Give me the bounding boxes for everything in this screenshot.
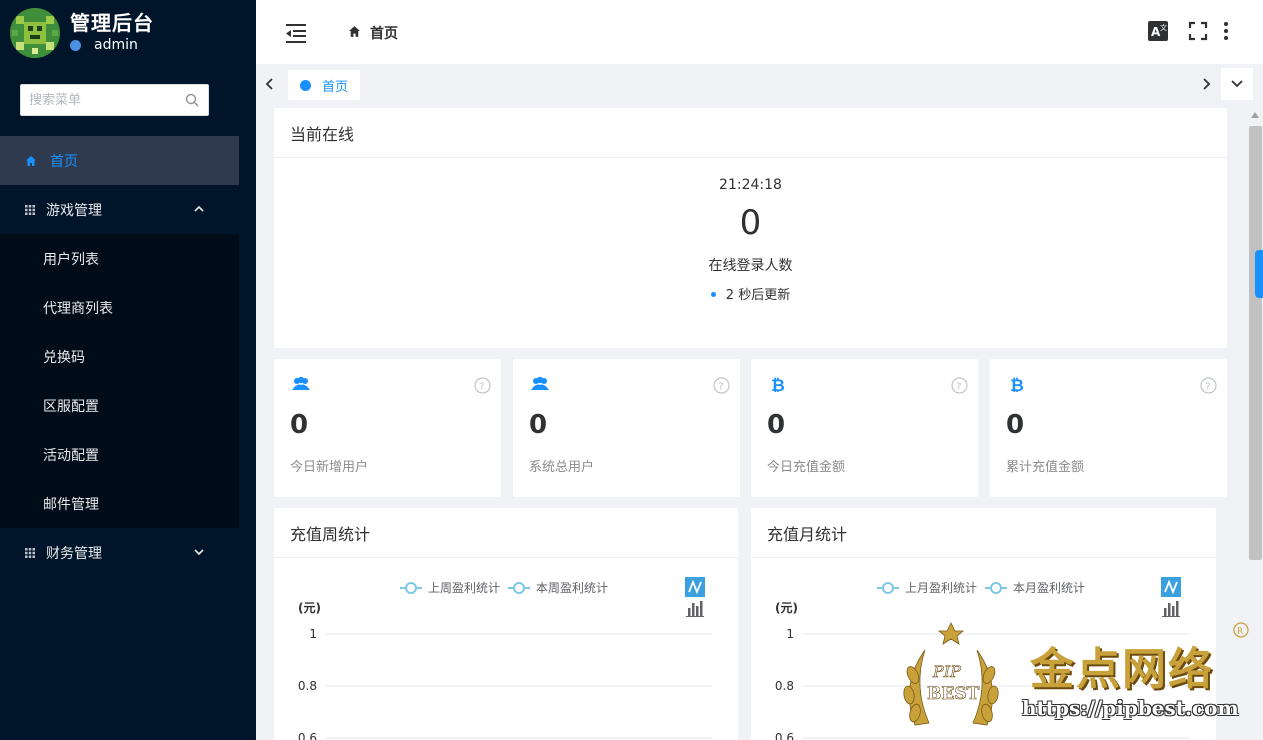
users-icon (292, 376, 310, 390)
weekly-recharge-chart-card: 充值周统计 上周盈利统计 本周盈利统计 (元) 1 0.8 0.6 (274, 508, 738, 740)
tabs-scroll-right-icon[interactable] (1200, 76, 1214, 92)
sidebar: 管理后台 admin 首页 游戏管理 (0, 0, 256, 740)
online-time: 21:24:18 (719, 177, 782, 193)
watermark-badge-bottom: BEST (927, 684, 980, 704)
stat-card-today-recharge: ₿ ? 0 今日充值金额 (751, 359, 978, 497)
breadcrumb: 首页 (370, 26, 398, 42)
svg-text:R: R (1237, 627, 1243, 637)
stat-label: 今日新增用户 (290, 460, 369, 475)
brand: 管理后台 admin (0, 0, 256, 64)
refresh-dot (710, 292, 716, 297)
stat-label: 今日充值金额 (767, 460, 846, 475)
menu-search-input[interactable] (21, 85, 171, 115)
watermark-url: https://pipbest.com (1022, 696, 1239, 720)
search-icon[interactable] (185, 93, 199, 107)
grid-icon (25, 547, 35, 558)
menu-collapse-icon[interactable] (284, 22, 308, 44)
app-title: 管理后台 (70, 11, 154, 35)
sidebar-menu: 首页 游戏管理 用户列表 代理商列表 兑换码 区服配置 活动配置 邮件管理 财务… (0, 136, 256, 577)
chevron-down-icon (194, 549, 204, 556)
refresh-text: 2 秒后更新 (725, 288, 791, 303)
page-scrollbar-thumb[interactable] (1249, 126, 1262, 560)
sidebar-item-user-list[interactable]: 用户列表 (0, 234, 239, 283)
y-axis-unit-label: (元) (298, 601, 321, 615)
sidebar-item-server-config[interactable]: 区服配置 (0, 381, 239, 430)
svg-text:₿: ₿ (771, 376, 785, 392)
watermark-brand-text: 金点网络 (1030, 644, 1214, 695)
sidebar-item-game-management[interactable]: 游戏管理 (0, 185, 256, 234)
scroll-up-arrow-icon[interactable] (1250, 111, 1260, 119)
home-icon (26, 155, 36, 166)
svg-text:?: ? (479, 382, 484, 393)
fullscreen-icon[interactable] (1187, 20, 1209, 42)
y-tick-label: 0.8 (298, 679, 317, 693)
tabs-dropdown-button[interactable] (1221, 68, 1253, 100)
menu-search-box (20, 84, 209, 116)
sidebar-item-home[interactable]: 首页 (0, 136, 239, 185)
translate-icon[interactable]: A 文 (1147, 20, 1169, 42)
chevron-down-icon (1231, 80, 1243, 88)
users-icon (531, 376, 549, 390)
stat-card-total-recharge: ₿ ? 0 累计充值金额 (990, 359, 1227, 497)
user-name: admin (94, 37, 138, 53)
svg-text:?: ? (718, 382, 723, 393)
card-title: 当前在线 (274, 108, 1227, 158)
sidebar-item-label: 游戏管理 (46, 202, 102, 219)
watermark-badge-top: PIP (932, 662, 961, 681)
tabs-bar: 首页 (256, 64, 1263, 104)
grid-icon (25, 204, 35, 215)
svg-text:?: ? (1205, 382, 1210, 393)
online-status-dot (70, 40, 81, 51)
tab-label: 首页 (322, 79, 349, 95)
sidebar-item-redeem-code[interactable]: 兑换码 (0, 332, 239, 381)
stat-card-total-users: ? 0 系统总用户 (513, 359, 740, 497)
online-users-card: 当前在线 21:24:18 0 在线登录人数 2 秒后更新 (274, 108, 1227, 348)
tab-home[interactable]: 首页 (288, 70, 360, 100)
bitcoin-icon: ₿ (771, 376, 785, 392)
sidebar-item-event-config[interactable]: 活动配置 (0, 430, 239, 479)
weekly-chart-plot: (元) 1 0.8 0.6 (298, 601, 712, 740)
y-tick-label: 1 (786, 627, 794, 641)
stat-value: 0 (290, 410, 309, 440)
bitcoin-icon: ₿ (1010, 376, 1024, 392)
logo-icon (10, 8, 60, 58)
svg-text:₿: ₿ (1010, 376, 1024, 392)
tabs-scroll-left-icon[interactable] (262, 76, 276, 92)
top-header: 首页 A 文 (256, 0, 1263, 64)
stat-value: 0 (767, 410, 786, 440)
sidebar-item-label: 财务管理 (46, 545, 102, 562)
y-tick-label: 1 (309, 627, 317, 641)
svg-text:文: 文 (1160, 23, 1167, 32)
y-tick-label: 0.8 (775, 679, 794, 693)
breadcrumb-home-icon (349, 26, 360, 37)
stat-value: 0 (1006, 410, 1025, 440)
stat-label: 系统总用户 (529, 460, 595, 475)
online-count: 0 (739, 203, 762, 243)
help-icon[interactable]: ? (474, 377, 491, 394)
tab-active-dot (300, 79, 311, 91)
sidebar-item-label: 首页 (50, 153, 78, 170)
help-icon[interactable]: ? (713, 377, 730, 394)
chevron-up-icon (194, 205, 204, 212)
y-axis-unit-label: (元) (775, 601, 798, 615)
stat-label: 累计充值金额 (1006, 460, 1085, 475)
online-label: 在线登录人数 (708, 258, 793, 274)
sidebar-item-agent-list[interactable]: 代理商列表 (0, 283, 239, 332)
game-management-submenu: 用户列表 代理商列表 兑换码 区服配置 活动配置 邮件管理 (0, 234, 239, 528)
stat-card-new-users: ? 0 今日新增用户 (274, 359, 501, 497)
y-tick-label: 0.6 (298, 731, 317, 740)
sidebar-item-mail-management[interactable]: 邮件管理 (0, 479, 239, 528)
help-icon[interactable]: ? (951, 377, 968, 394)
side-drawer-tab[interactable] (1255, 250, 1263, 298)
svg-text:?: ? (956, 382, 961, 393)
more-vertical-icon[interactable] (1221, 20, 1231, 42)
online-refresh-note: 2 秒后更新 (274, 284, 1227, 303)
help-icon[interactable]: ? (1200, 377, 1217, 394)
sidebar-item-finance-management[interactable]: 财务管理 (0, 528, 256, 577)
stat-value: 0 (529, 410, 548, 440)
y-tick-label: 0.6 (775, 731, 794, 740)
